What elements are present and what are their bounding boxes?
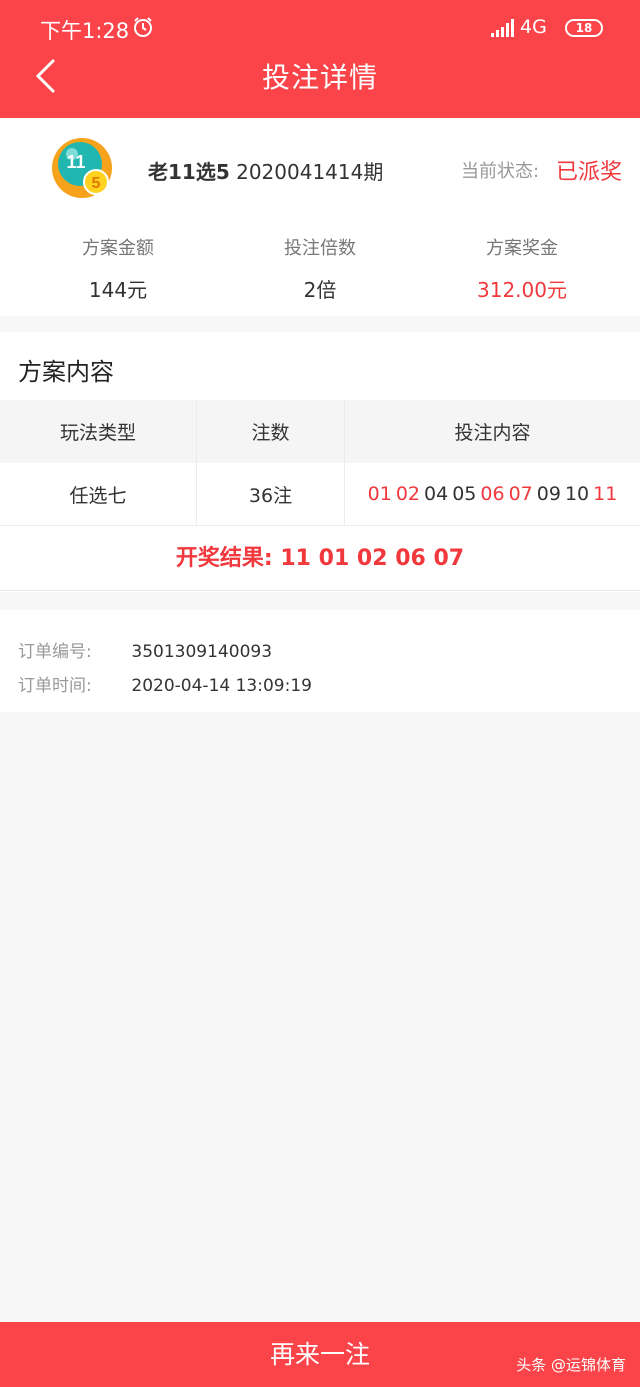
stat-value: 2倍 [303, 278, 337, 302]
status-value: 已派奖 [556, 160, 623, 185]
result-label: 开奖结果: [175, 546, 273, 571]
order-number-label: 订单编号: [18, 642, 92, 662]
table-header-row: 玩法类型 注数 投注内容 [0, 400, 640, 463]
result-numbers: 11 01 02 06 07 [280, 546, 465, 571]
lottery-name: 老11选5 [148, 160, 230, 184]
watermark: 头条 @运锦体育 [516, 1356, 626, 1374]
plan-section: 方案内容 玩法类型 注数 投注内容 任选七 36注 01 02 04 05 06 07 09… [0, 332, 640, 592]
battery-icon: 18 [565, 19, 603, 37]
signal-icon [491, 19, 514, 37]
stat-multiplier: 投注倍数 2倍 [220, 234, 420, 303]
lottery-logo-icon: 11 5 [52, 138, 112, 198]
order-time-label: 订单时间: [18, 676, 92, 696]
bet-number: 04 [424, 483, 449, 505]
order-info: 订单编号: 3501309140093 订单时间: 2020-04-14 13:… [0, 610, 640, 712]
order-time-row: 订单时间: 2020-04-14 13:09:19 [18, 671, 312, 696]
stat-amount: 方案金额 144元 [18, 234, 218, 303]
plan-table: 玩法类型 注数 投注内容 任选七 36注 01 02 04 05 06 07 09 10 11 [0, 400, 640, 526]
bet-numbers: 01 02 04 05 06 07 09 10 11 [345, 463, 640, 525]
section-title: 方案内容 [18, 358, 114, 386]
column-header: 注数 [197, 400, 345, 463]
stat-label: 投注倍数 [284, 238, 356, 259]
stat-value: 144元 [88, 278, 148, 302]
bet-number: 06 [480, 483, 505, 505]
bet-number: 05 [452, 483, 477, 505]
stat-value: 312.00元 [477, 278, 567, 302]
svg-text:11: 11 [66, 152, 85, 172]
column-header: 玩法类型 [0, 400, 197, 463]
order-number-row: 订单编号: 3501309140093 [18, 637, 272, 662]
table-row: 任选七 36注 01 02 04 05 06 07 09 10 11 [0, 463, 640, 526]
order-number-value: 3501309140093 [131, 642, 273, 662]
draw-result: 开奖结果: 11 01 02 06 07 [0, 527, 640, 591]
network-type: 4G [520, 16, 547, 38]
status-bar: 下午1:28 4G 18 [0, 0, 640, 56]
stat-prize: 方案奖金 312.00元 [422, 234, 622, 303]
lottery-title: 老11选5 2020041414期 [148, 156, 383, 185]
status-label: 当前状态: [461, 161, 540, 182]
page-title: 投注详情 [261, 61, 378, 94]
stat-label: 方案金额 [82, 238, 154, 259]
play-type: 任选七 [0, 463, 197, 525]
bet-count: 36注 [197, 463, 345, 525]
issue-number: 2020041414期 [236, 160, 384, 184]
column-header: 投注内容 [454, 422, 531, 444]
order-time-value: 2020-04-14 13:09:19 [131, 676, 312, 696]
bet-number: 10 [564, 483, 590, 505]
stat-label: 方案奖金 [486, 238, 558, 259]
app-header: 下午1:28 4G 18 投注详情 [0, 0, 640, 118]
status-time: 下午1:28 [40, 19, 130, 43]
bet-number: 07 [508, 483, 533, 505]
bet-number: 09 [536, 483, 561, 505]
bet-summary: 11 5 老11选5 2020041414期 当前状态: 已派奖 方案金额 14… [0, 118, 640, 316]
bet-number: 01 [367, 483, 392, 505]
svg-text:5: 5 [92, 175, 101, 192]
alarm-icon [134, 17, 152, 37]
bet-number: 11 [593, 483, 618, 505]
bet-number: 02 [395, 483, 421, 505]
